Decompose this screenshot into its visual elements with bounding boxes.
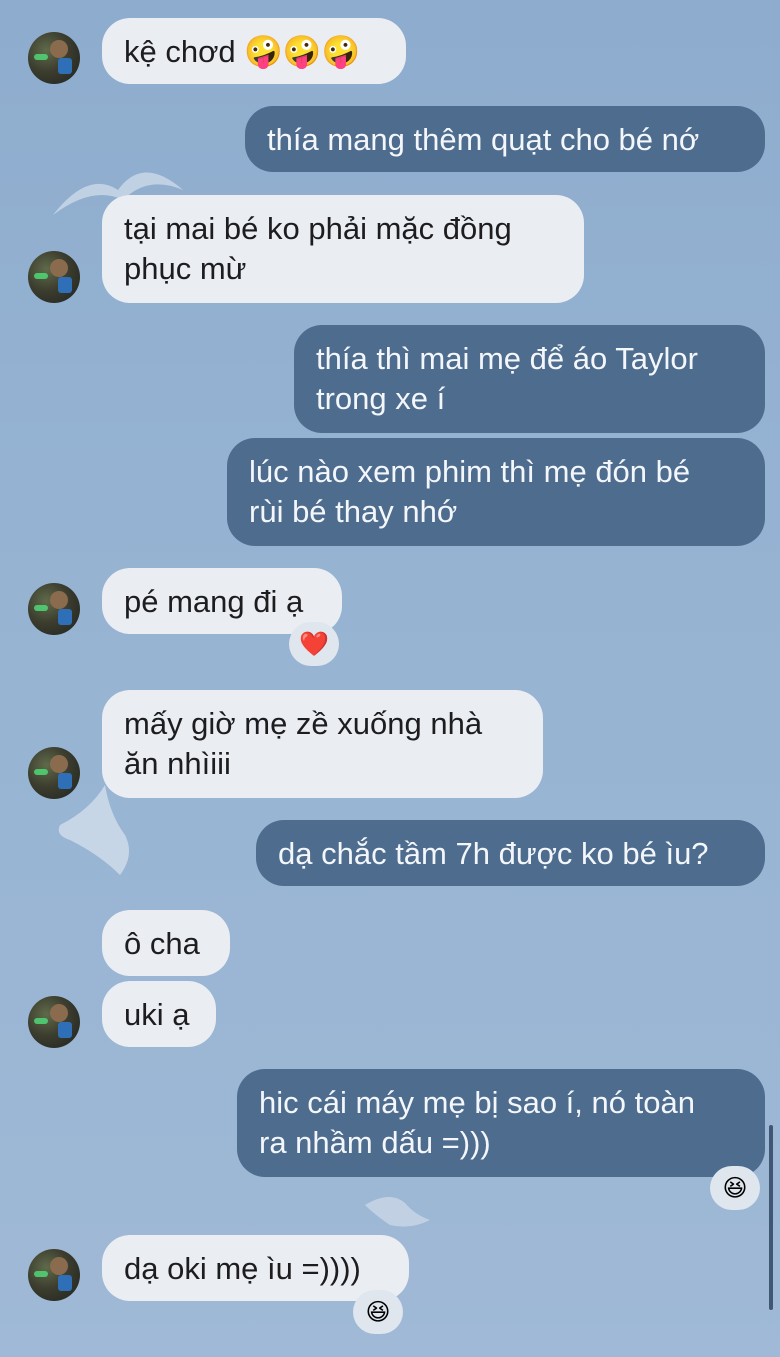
message-text: mấy giờ mẹ zề xuống nhà: [124, 706, 483, 741]
contact-avatar[interactable]: [28, 583, 80, 635]
message-text: hic cái máy mẹ bị sao í, nó toàn: [259, 1085, 695, 1120]
contact-avatar[interactable]: [28, 1249, 80, 1301]
reaction-laugh-icon[interactable]: 😆: [353, 1290, 403, 1334]
incoming-message[interactable]: dạ oki mẹ ìu =)))): [102, 1235, 409, 1301]
seagull-decoration: [58, 785, 129, 875]
seagull-decoration: [365, 1196, 430, 1227]
message-text: tại mai bé ko phải mặc đồng: [124, 211, 512, 246]
reaction-laugh-icon[interactable]: 😆: [710, 1166, 760, 1210]
message-text: pé mang đi ạ: [124, 584, 304, 619]
message-text: dạ chắc tầm 7h được ko bé ìu?: [278, 836, 709, 871]
incoming-message[interactable]: kệ chơd 🤪🤪🤪: [102, 18, 406, 84]
outgoing-message[interactable]: lúc nào xem phim thì mẹ đón bé rùi bé th…: [227, 438, 765, 546]
message-text: lúc nào xem phim thì mẹ đón bé: [249, 454, 691, 489]
contact-avatar[interactable]: [28, 32, 80, 84]
outgoing-message[interactable]: dạ chắc tầm 7h được ko bé ìu?: [256, 820, 765, 886]
scrollbar[interactable]: [769, 1125, 773, 1310]
contact-avatar[interactable]: [28, 747, 80, 799]
outgoing-message[interactable]: thía mang thêm quạt cho bé nớ: [245, 106, 765, 172]
incoming-message[interactable]: uki ạ: [102, 981, 216, 1047]
incoming-message[interactable]: ô cha: [102, 910, 230, 976]
message-text: phục mừ: [124, 251, 247, 286]
message-text: rùi bé thay nhớ: [249, 494, 458, 529]
message-text: thía mang thêm quạt cho bé nớ: [267, 122, 700, 157]
message-text: uki ạ: [124, 997, 190, 1032]
incoming-message[interactable]: mấy giờ mẹ zề xuống nhà ăn nhìiii: [102, 690, 543, 798]
incoming-message[interactable]: tại mai bé ko phải mặc đồng phục mừ: [102, 195, 584, 303]
message-text: kệ chơd 🤪🤪🤪: [124, 34, 361, 69]
message-text: ô cha: [124, 926, 200, 961]
message-text: thía thì mai mẹ để áo Taylor: [316, 341, 698, 376]
message-text: trong xe í: [316, 381, 446, 416]
message-text: ăn nhìiii: [124, 746, 231, 781]
contact-avatar[interactable]: [28, 996, 80, 1048]
reaction-heart-icon[interactable]: ❤️: [289, 622, 339, 666]
message-text: ra nhầm dấu =))): [259, 1125, 491, 1160]
outgoing-message[interactable]: thía thì mai mẹ để áo Taylor trong xe í: [294, 325, 765, 433]
message-text: dạ oki mẹ ìu =)))): [124, 1251, 361, 1286]
outgoing-message[interactable]: hic cái máy mẹ bị sao í, nó toàn ra nhầm…: [237, 1069, 765, 1177]
contact-avatar[interactable]: [28, 251, 80, 303]
